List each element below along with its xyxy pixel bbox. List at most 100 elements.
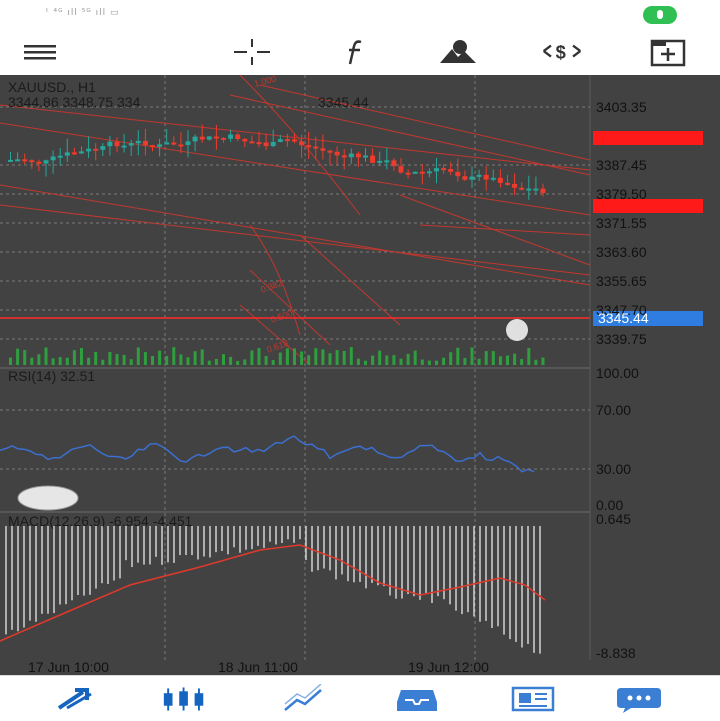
volume-bar — [349, 347, 353, 365]
volume-bar — [321, 349, 325, 365]
candle-body — [334, 151, 340, 156]
candle-body — [412, 171, 418, 174]
volume-bar — [378, 350, 382, 365]
candle-body — [284, 139, 290, 142]
volume-bar — [143, 352, 147, 365]
time-axis: 17 Jun 10:00 18 Jun 11:00 19 Jun 12:00 — [28, 659, 489, 675]
price-axis-label: 3339.75 — [596, 331, 647, 347]
rsi-label: RSI(14) 32.51 — [8, 368, 95, 384]
candle-body — [43, 160, 49, 164]
volume-bar — [165, 355, 169, 365]
chart-icon[interactable] — [160, 682, 210, 716]
volume-bar — [51, 358, 55, 365]
volume-bar — [534, 359, 538, 365]
volume-bar — [80, 348, 83, 365]
rsi-axis-label: 100.00 — [596, 365, 639, 381]
volume-bar — [477, 358, 481, 365]
chart-canvas[interactable]: 0.382 0.500 0.618 1.000 XAUUSD., H1 3344… — [0, 73, 720, 675]
volume-bar — [151, 355, 154, 365]
chart-area[interactable]: 0.382 0.500 0.618 1.000 XAUUSD., H1 3344… — [0, 73, 720, 675]
trade-icon[interactable]: $ — [540, 34, 584, 70]
add-window-icon[interactable] — [646, 34, 690, 70]
volume-bar — [172, 347, 176, 365]
candle-body — [341, 155, 347, 158]
candle-body — [519, 187, 525, 190]
price-axis-label: 3387.45 — [596, 157, 647, 173]
candle-body — [213, 136, 219, 139]
candle-body — [93, 148, 99, 151]
volume-bar — [484, 351, 488, 365]
volume-bar — [94, 351, 98, 365]
candle-body — [505, 182, 510, 185]
alert-tag[interactable] — [593, 131, 703, 145]
candle-body — [135, 140, 141, 144]
volume-bar — [342, 350, 346, 365]
candle-body — [292, 139, 297, 142]
volume-bar — [307, 355, 311, 365]
function-icon[interactable] — [334, 34, 378, 70]
candle-body — [384, 160, 390, 163]
trade-icon[interactable] — [280, 682, 330, 716]
rsi-axis-label: 30.00 — [596, 461, 631, 477]
current-price-label: 3345.44 — [598, 310, 649, 326]
candle-body — [512, 183, 518, 188]
volume-bar — [30, 357, 34, 365]
candle-body — [150, 145, 155, 148]
candle-body — [171, 142, 177, 145]
volume-bar — [271, 360, 275, 365]
volume-bar — [72, 350, 76, 365]
candle-body — [221, 137, 226, 140]
history-icon[interactable] — [392, 682, 442, 716]
volume-bar — [250, 350, 254, 365]
volume-bar — [463, 358, 467, 365]
volume-bar — [257, 347, 261, 365]
candle-body — [419, 171, 425, 174]
quotes-icon[interactable] — [50, 682, 100, 716]
price-axis-label: 3379.50 — [596, 186, 647, 202]
volume-bar — [101, 359, 105, 365]
objects-icon[interactable] — [436, 34, 480, 70]
scroll-handle[interactable] — [17, 485, 79, 511]
volume-bar — [420, 359, 424, 365]
candle-body — [50, 156, 56, 161]
candle-body — [114, 141, 120, 147]
candle-body — [15, 159, 21, 162]
volume-bar — [328, 353, 332, 365]
candle-body — [391, 160, 397, 167]
volume-bar — [200, 349, 204, 365]
candle-body — [490, 177, 496, 180]
candle-body — [185, 141, 191, 145]
candle-body — [157, 144, 163, 147]
candle-body — [206, 136, 212, 140]
volume-bar — [498, 356, 502, 365]
crosshair-icon[interactable] — [230, 34, 274, 70]
volume-bar — [456, 347, 460, 365]
volume-bar — [122, 354, 126, 365]
volume-bar — [513, 353, 517, 365]
volume-bar — [413, 350, 417, 365]
volume-bar — [229, 356, 233, 365]
candle-body — [36, 161, 42, 164]
volume-bar — [87, 357, 91, 365]
candle-body — [540, 188, 546, 194]
volume-bar — [385, 355, 389, 365]
menu-icon[interactable] — [18, 34, 62, 70]
messages-icon[interactable] — [614, 682, 664, 716]
volume-bar — [44, 347, 48, 365]
volume-bar — [129, 359, 133, 365]
volume-bar — [392, 355, 396, 365]
rsi-axis-label: 70.00 — [596, 402, 631, 418]
volume-bar — [16, 348, 20, 365]
candle-body — [29, 160, 35, 163]
volume-bar — [23, 350, 27, 365]
candle-body — [71, 152, 77, 155]
news-icon[interactable] — [508, 682, 558, 716]
status-bar: ᵗ ⁴ᴳ ıll ⁵ᴳ ıll ▭ — [0, 0, 720, 30]
time-axis-label: 18 Jun 11:00 — [218, 659, 298, 675]
volume-bar — [449, 352, 453, 365]
candle-body — [57, 155, 63, 158]
volume-bar — [399, 358, 403, 365]
candle-body — [462, 176, 468, 180]
candle-body — [377, 160, 383, 163]
candle-body — [235, 134, 241, 139]
